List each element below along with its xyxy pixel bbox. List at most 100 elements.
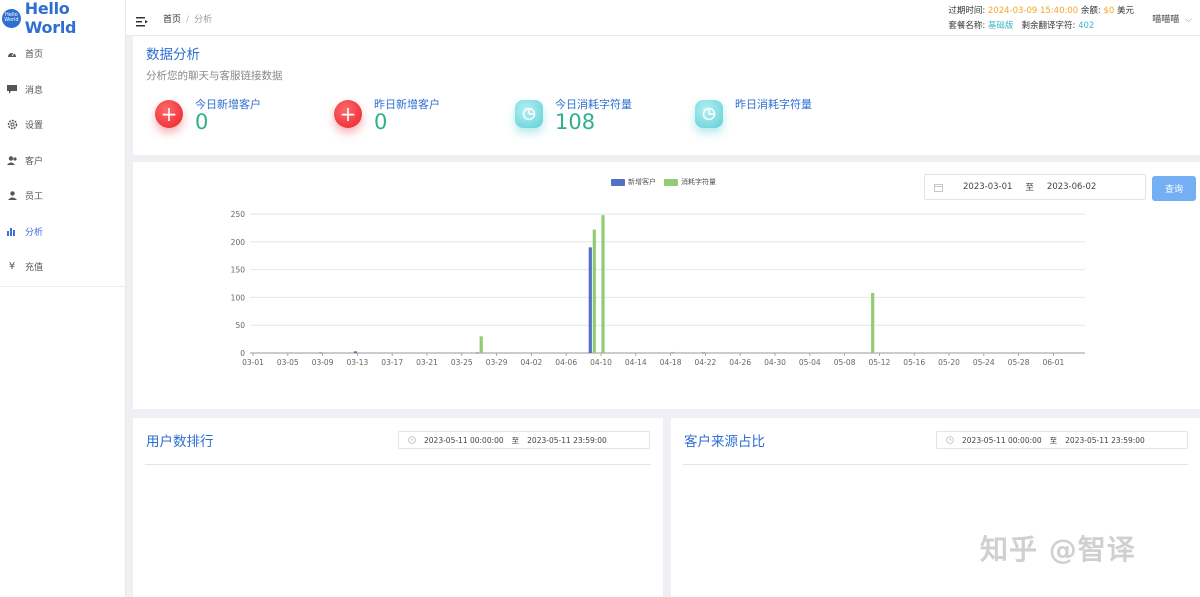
rank-date-range[interactable]: 2023-05-11 00:00:00 至 2023-05-11 23:59:0… (398, 431, 650, 449)
users-icon (6, 154, 18, 166)
rank-title: 用户数排行 (146, 434, 214, 450)
logo-text: Hello World (24, 0, 77, 37)
chevron-down-icon: ⌵ (1185, 15, 1192, 25)
y-tick-label: 100 (231, 293, 246, 302)
sidebar-item-analysis[interactable]: 分析 (0, 214, 125, 250)
x-tick-label: 04-22 (695, 358, 717, 367)
x-tick-label: 03-13 (347, 358, 369, 367)
sidebar-item-home[interactable]: 首页 (0, 36, 125, 72)
x-tick-label: 03-21 (416, 358, 438, 367)
x-tick-label: 03-17 (381, 358, 403, 367)
sidebar: Hello World Hello World 首页 消息 设置 客户 员工 分… (0, 0, 126, 597)
bar-new-customers (701, 352, 705, 354)
watermark: 知乎 @智译 (980, 533, 1136, 566)
sidebar-item-label: 员工 (25, 192, 44, 203)
stat-value: 0 (374, 110, 388, 134)
bar-new-customers (353, 351, 357, 353)
top-header: 首页 / 分析 过期时间: 2024-03-09 15:40:00 余额: $0 美… (126, 0, 1200, 36)
message-icon (6, 83, 18, 95)
y-tick-label: 50 (235, 321, 245, 330)
x-tick-label: 05-28 (1008, 358, 1030, 367)
breadcrumb-home[interactable]: 首页 (163, 15, 181, 25)
sidebar-item-label: 消息 (25, 85, 44, 96)
user-rank-panel: 用户数排行 2023-05-11 00:00:00 至 2023-05-11 2… (133, 418, 663, 597)
sidebar-item-label: 充值 (25, 263, 44, 274)
balance-label: 余额: (1080, 6, 1101, 16)
page-subtitle: 分析您的聊天与客服链接数据 (146, 70, 283, 82)
plus-icon: + (155, 100, 183, 128)
user-icon (6, 190, 18, 202)
menu-toggle-icon[interactable] (136, 12, 148, 27)
sidebar-item-settings[interactable]: 设置 (0, 107, 125, 143)
y-tick-label: 200 (231, 238, 246, 247)
breadcrumb-separator: / (186, 15, 190, 25)
bar-chars (601, 215, 605, 353)
date-range-separator: 至 (511, 435, 520, 445)
user-name: 喵喵喵 (1152, 15, 1180, 25)
date-to[interactable]: 2023-05-11 23:59:00 (527, 436, 607, 445)
x-tick-label: 03-05 (277, 358, 299, 367)
date-from[interactable]: 2023-05-11 00:00:00 (424, 436, 504, 445)
logo[interactable]: Hello World Hello World (0, 0, 125, 37)
stat-value: 0 (195, 110, 209, 134)
stat-value: 108 (555, 110, 596, 134)
chart-panel: 新增客户 消耗字符量 2023-03-01 至 2023-06-02 查询 05… (133, 162, 1200, 409)
pie-icon (515, 100, 543, 128)
x-tick-label: 05-24 (973, 358, 995, 367)
divider (145, 464, 651, 465)
sidebar-menu: 首页 消息 设置 客户 员工 分析 ¥ 充值 (0, 36, 125, 285)
bar-new-customers (588, 247, 592, 353)
x-tick-label: 06-01 (1043, 358, 1065, 367)
x-tick-label: 04-26 (729, 358, 751, 367)
bar-new-customers (319, 352, 323, 354)
source-date-range[interactable]: 2023-05-11 00:00:00 至 2023-05-11 23:59:0… (936, 431, 1188, 449)
expiry-value: 2024-03-09 15:40:00 (987, 6, 1079, 16)
clock-icon (944, 434, 956, 446)
date-from[interactable]: 2023-05-11 00:00:00 (962, 436, 1042, 445)
sidebar-item-label: 首页 (25, 50, 44, 61)
chars-value: 402 (1078, 21, 1095, 31)
balance-unit: 美元 (1116, 6, 1134, 16)
bar-chars (671, 351, 675, 353)
y-tick-label: 0 (240, 349, 245, 358)
customer-source-panel: 客户来源占比 2023-05-11 00:00:00 至 2023-05-11 … (671, 418, 1200, 597)
x-tick-label: 05-04 (799, 358, 821, 367)
balance-value: $0 (1103, 6, 1115, 16)
x-tick-label: 04-02 (521, 358, 543, 367)
account-info: 过期时间: 2024-03-09 15:40:00 余额: $0 美元 套餐名称… (948, 4, 1134, 34)
x-tick-label: 03-09 (312, 358, 334, 367)
dashboard-icon (6, 48, 18, 60)
x-tick-label: 03-01 (242, 358, 264, 367)
x-tick-label: 05-08 (834, 358, 856, 367)
stat-label: 昨日消耗字符量 (735, 98, 812, 111)
bar-chars (871, 292, 875, 353)
stats-panel: 数据分析 分析您的聊天与客服链接数据 + 今日新增客户 0 + 昨日新增客户 0… (133, 36, 1200, 155)
page-title: 数据分析 (146, 47, 200, 63)
plan-label: 套餐名称: (948, 21, 986, 31)
sidebar-item-label: 分析 (25, 227, 44, 238)
clock-icon (406, 434, 418, 446)
bar-chart: 0 50 100 150 200 250 03-01 03-05 03-09 03-13 03-17… (231, 210, 1085, 367)
date-to[interactable]: 2023-05-11 23:59:00 (1065, 436, 1145, 445)
x-tick-label: 04-18 (660, 358, 682, 367)
sidebar-item-messages[interactable]: 消息 (0, 72, 125, 108)
sidebar-item-label: 客户 (25, 156, 44, 167)
breadcrumb-current: 分析 (194, 15, 213, 25)
sidebar-item-recharge[interactable]: ¥ 充值 (0, 249, 125, 285)
source-title: 客户来源占比 (684, 434, 765, 450)
chars-label: 剩余翻译字符: (1021, 21, 1076, 31)
x-tick-label: 04-10 (590, 358, 612, 367)
sidebar-divider (0, 285, 125, 287)
plus-icon: + (334, 100, 362, 128)
sidebar-item-customers[interactable]: 客户 (0, 143, 125, 179)
x-tick-label: 05-20 (938, 358, 960, 367)
sidebar-item-label: 设置 (25, 121, 44, 132)
x-tick-label: 03-29 (486, 358, 508, 367)
logo-badge: Hello World (2, 8, 21, 28)
sidebar-item-staff[interactable]: 员工 (0, 178, 125, 214)
x-tick-label: 05-16 (903, 358, 925, 367)
x-tick-label: 04-30 (764, 358, 786, 367)
bar-chart-icon (6, 225, 18, 237)
user-menu[interactable]: 喵喵喵 ⌵ (1152, 12, 1192, 25)
x-tick-label: 05-12 (869, 358, 891, 367)
